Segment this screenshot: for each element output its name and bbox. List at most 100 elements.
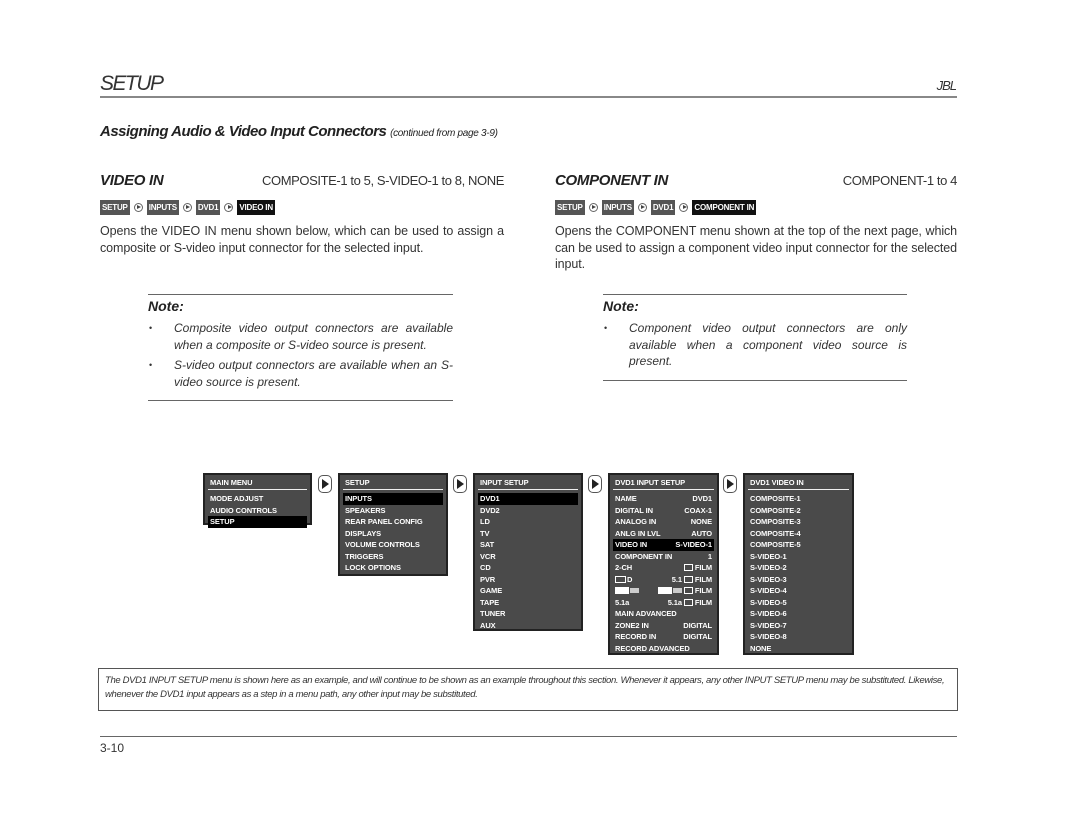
- menu-item-tuner[interactable]: TUNER: [478, 608, 578, 620]
- menu-item-video-in[interactable]: VIDEO IN S-VIDEO-1: [613, 539, 714, 551]
- item-label: D: [627, 574, 633, 584]
- item-label: 2-CH: [615, 563, 633, 572]
- menu-item-vcr[interactable]: VCR: [478, 551, 578, 563]
- menu-next-arrow-icon: [723, 475, 737, 493]
- item-value: DIGITAL: [683, 632, 712, 641]
- menu-item-volume-controls[interactable]: VOLUME CONTROLS: [343, 539, 443, 551]
- menu-item-dts[interactable]: FILM: [613, 585, 714, 597]
- menu-item-s-video-8[interactable]: S-VIDEO-8: [748, 631, 849, 643]
- dts-es-icon: [672, 588, 682, 593]
- menu-item-anlg-in-lvl[interactable]: ANLG IN LVL AUTO: [613, 528, 714, 540]
- component-in-menu-path: SETUP INPUTS DVD1 COMPONENT IN: [555, 199, 957, 215]
- video-in-note: Note: • Composite video output connector…: [148, 294, 453, 401]
- menu-item-record-in[interactable]: RECORD IN DIGITAL: [613, 631, 714, 643]
- film-mode-icon: [683, 598, 693, 606]
- menu-item-cd[interactable]: CD: [478, 562, 578, 574]
- path-step-setup: SETUP: [555, 199, 585, 215]
- menu-item-tape[interactable]: TAPE: [478, 597, 578, 609]
- section-title-text: Assigning Audio & Video Input Connectors: [100, 123, 387, 140]
- note-item: • Composite video output connectors are …: [148, 320, 453, 353]
- menu-title: MAIN MENU: [208, 478, 307, 490]
- item-label: VIDEO IN: [615, 540, 648, 549]
- menu-item-composite-3[interactable]: COMPOSITE-3: [748, 516, 849, 528]
- dts-logo-icon: [657, 587, 672, 594]
- menu-item-triggers[interactable]: TRIGGERS: [343, 551, 443, 563]
- menu-item-displays[interactable]: DISPLAYS: [343, 528, 443, 540]
- menu-item-5-1a[interactable]: 5.1a 5.1a FILM: [613, 597, 714, 609]
- menu-item-tv[interactable]: TV: [478, 528, 578, 540]
- menu-item-none[interactable]: NONE: [748, 643, 849, 655]
- menu-title: DVD1 VIDEO IN: [748, 478, 849, 490]
- menu-item-dvd1[interactable]: DVD1: [478, 493, 578, 505]
- dts-logo-icon: [615, 587, 629, 594]
- note-text: S-video output connectors are available …: [174, 358, 453, 389]
- dvd1-video-in-menu-panel: DVD1 VIDEO IN COMPOSITE-1 COMPOSITE-2 CO…: [743, 473, 854, 655]
- jbl-logo: JBL: [936, 78, 957, 93]
- film-mode-icon: [683, 575, 693, 583]
- input-setup-menu-panel: INPUT SETUP DVD1 DVD2 LD TV SAT VCR CD P…: [473, 473, 583, 631]
- menu-item-composite-5[interactable]: COMPOSITE-5: [748, 539, 849, 551]
- menu-title: INPUT SETUP: [478, 478, 578, 490]
- menu-item-aux[interactable]: AUX: [478, 620, 578, 632]
- menu-item-lock-options[interactable]: LOCK OPTIONS: [343, 562, 443, 574]
- item-mid: 5.1: [671, 574, 682, 584]
- item-value: 1: [707, 551, 712, 561]
- menu-item-dvd2[interactable]: DVD2: [478, 505, 578, 517]
- path-arrow-icon: [588, 202, 598, 212]
- menu-item-audio-controls[interactable]: AUDIO CONTROLS: [208, 505, 307, 517]
- menu-item-component-in[interactable]: COMPONENT IN 1: [613, 551, 714, 563]
- menu-item-main-advanced[interactable]: MAIN ADVANCED: [613, 608, 714, 620]
- menu-item-composite-2[interactable]: COMPOSITE-2: [748, 505, 849, 517]
- menu-item-s-video-2[interactable]: S-VIDEO-2: [748, 562, 849, 574]
- menu-item-speakers[interactable]: SPEAKERS: [343, 505, 443, 517]
- item-label: MAIN ADVANCED: [615, 609, 677, 618]
- menu-item-composite-4[interactable]: COMPOSITE-4: [748, 528, 849, 540]
- menu-item-sat[interactable]: SAT: [478, 539, 578, 551]
- menu-item-inputs[interactable]: INPUTS: [343, 493, 443, 505]
- menu-item-setup[interactable]: SETUP: [208, 516, 307, 528]
- menu-item-rear-panel-config[interactable]: REAR PANEL CONFIG: [343, 516, 443, 528]
- menu-item-record-advanced[interactable]: RECORD ADVANCED: [613, 643, 714, 655]
- note-item: • S-video output connectors are availabl…: [148, 357, 453, 390]
- menu-item-composite-1[interactable]: COMPOSITE-1: [748, 493, 849, 505]
- menu-item-name[interactable]: NAME DVD1: [613, 493, 714, 505]
- header-divider: [100, 96, 957, 98]
- item-value: AUTO: [691, 528, 712, 538]
- menu-item-mode-adjust[interactable]: MODE ADJUST: [208, 493, 307, 505]
- item-value: COAX-1: [684, 505, 712, 515]
- path-arrow-icon: [224, 202, 234, 212]
- menu-item-ld[interactable]: LD: [478, 516, 578, 528]
- menu-item-s-video-1[interactable]: S-VIDEO-1: [748, 551, 849, 563]
- note-text: Composite video output connectors are av…: [174, 321, 453, 352]
- menu-item-zone2-in[interactable]: ZONE2 IN DIGITAL: [613, 620, 714, 632]
- menu-item-digital-in[interactable]: DIGITAL IN COAX-1: [613, 505, 714, 517]
- dolby-digital-icon: [615, 575, 626, 583]
- menu-item-s-video-3[interactable]: S-VIDEO-3: [748, 574, 849, 586]
- path-step-inputs: INPUTS: [601, 199, 634, 215]
- item-label: ZONE2 IN: [615, 620, 649, 630]
- path-step-dvd1: DVD1: [650, 199, 676, 215]
- item-label: DIGITAL IN: [615, 505, 653, 515]
- film-mode-icon: [683, 587, 693, 594]
- menu-item-s-video-7[interactable]: S-VIDEO-7: [748, 620, 849, 632]
- item-label: 5.1a: [615, 597, 630, 607]
- item-value: FILM: [694, 574, 712, 584]
- menu-item-s-video-4[interactable]: S-VIDEO-4: [748, 585, 849, 597]
- path-step-video-in: VIDEO IN: [237, 199, 275, 215]
- footer-divider: [100, 736, 957, 737]
- menu-item-2ch[interactable]: 2-CH FILM: [613, 562, 714, 574]
- component-in-note: Note: • Component video output connector…: [603, 294, 907, 381]
- main-menu-panel: MAIN MENU MODE ADJUST AUDIO CONTROLS SET…: [203, 473, 312, 528]
- bullet-icon: •: [149, 360, 153, 370]
- item-label: NAME: [615, 494, 637, 503]
- menu-item-s-video-6[interactable]: S-VIDEO-6: [748, 608, 849, 620]
- menu-item-dolby-digital[interactable]: D 5.1 FILM: [613, 574, 714, 586]
- video-in-description: Opens the VIDEO IN menu shown below, whi…: [100, 224, 504, 255]
- menu-item-game[interactable]: GAME: [478, 585, 578, 597]
- menu-item-pvr[interactable]: PVR: [478, 574, 578, 586]
- setup-menu-panel: SETUP INPUTS SPEAKERS REAR PANEL CONFIG …: [338, 473, 448, 576]
- path-step-component-in: COMPONENT IN: [692, 199, 757, 215]
- menu-title: SETUP: [343, 478, 443, 490]
- menu-item-s-video-5[interactable]: S-VIDEO-5: [748, 597, 849, 609]
- menu-item-analog-in[interactable]: ANALOG IN NONE: [613, 516, 714, 528]
